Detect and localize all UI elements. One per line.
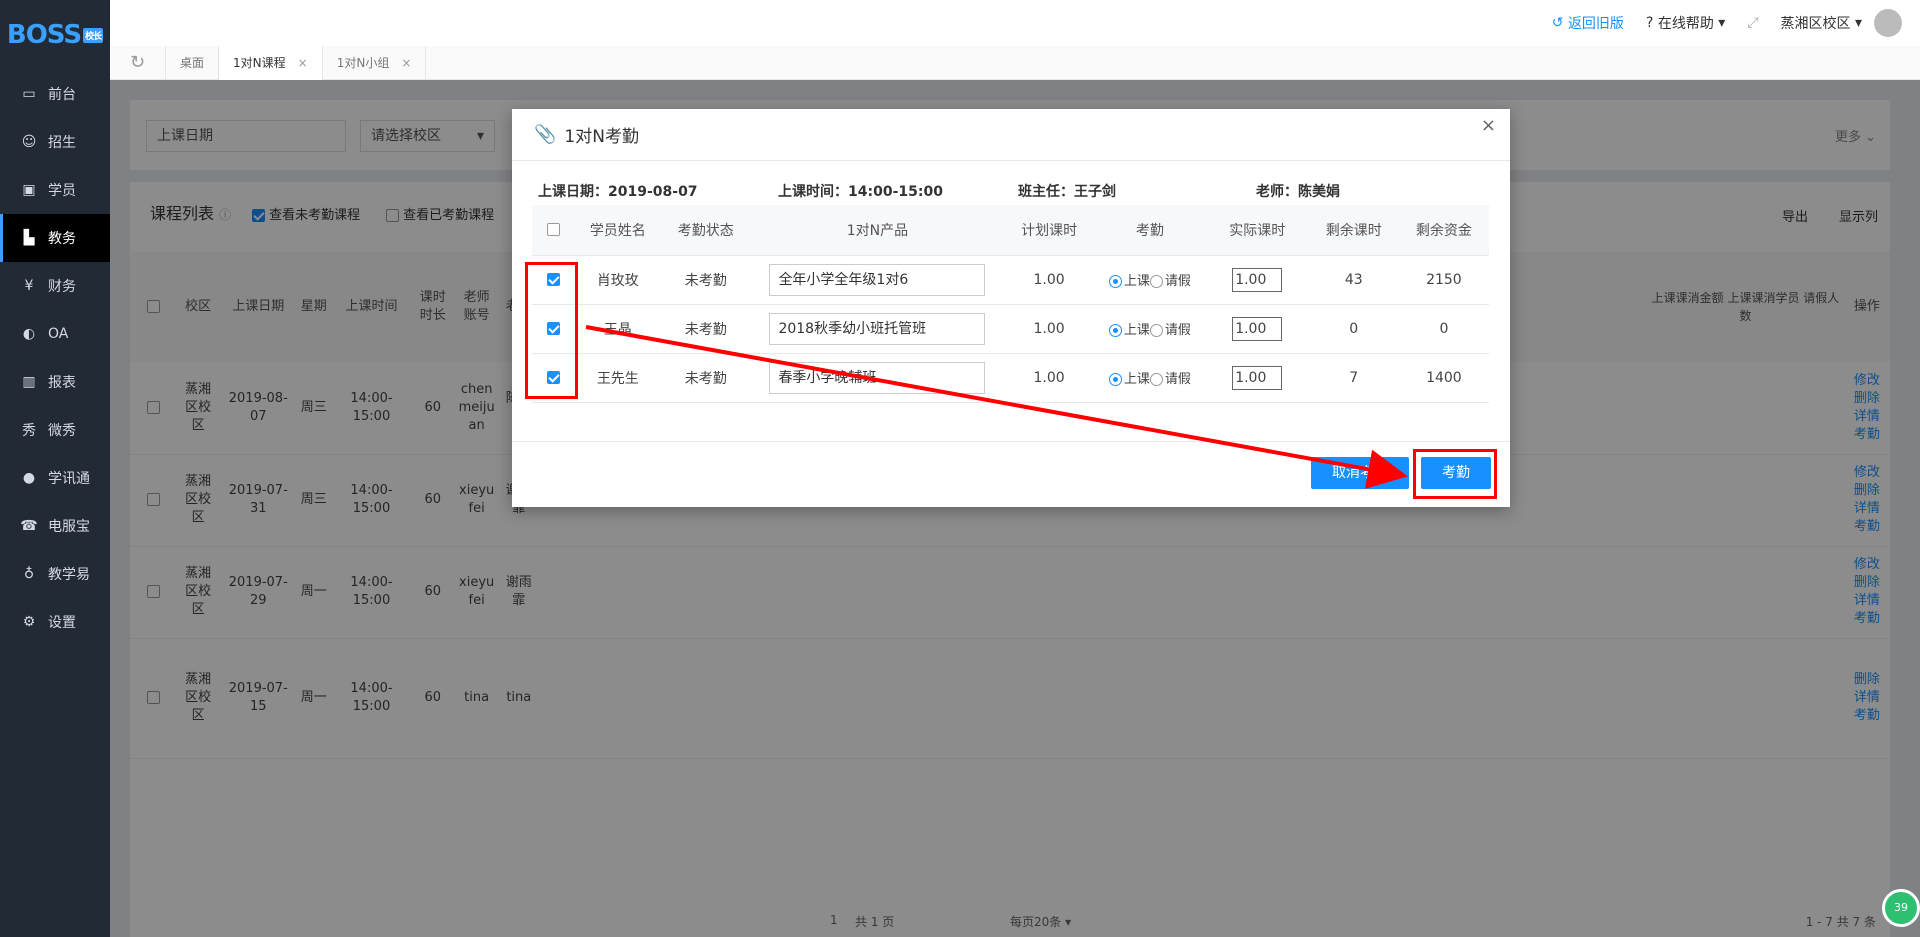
annotation-arrow: [585, 325, 1408, 489]
